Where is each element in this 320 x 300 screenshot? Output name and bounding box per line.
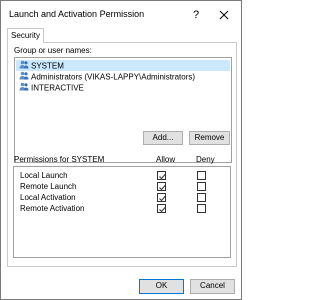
permissions-label: Permissions for SYSTEM [14,155,105,164]
deny-header: Deny [196,155,215,164]
permissions-list: Local Launch Remote Launch Local Activatio… [13,166,231,258]
permission-row: Local Launch [14,170,230,181]
allow-header: Allow [156,155,176,164]
permission-name: Local Launch [20,171,68,180]
help-button[interactable]: ? [185,4,207,26]
group-or-user-names-label: Group or user names: [14,46,92,55]
close-icon [219,10,229,20]
add-button[interactable]: Add... [143,131,183,145]
remove-button[interactable]: Remove [189,131,230,145]
permission-dialog: Launch and Activation Permission ? Secur… [0,0,242,300]
user-name-label: SYSTEM [31,61,64,71]
cancel-button[interactable]: Cancel [190,279,235,294]
deny-checkbox[interactable] [197,193,206,202]
users-group-icon [19,82,29,94]
permission-name: Remote Activation [20,204,85,213]
allow-checkbox[interactable] [157,204,166,213]
allow-checkbox[interactable] [157,171,166,180]
user-list-item[interactable]: INTERACTIVE [16,82,230,93]
permission-name: Remote Launch [20,182,77,191]
allow-checkbox[interactable] [157,193,166,202]
user-list[interactable]: SYSTEM Administrators (VIKAS-LAPPY\Admini… [14,57,232,163]
deny-checkbox[interactable] [197,182,206,191]
title-bar: Launch and Activation Permission ? [1,1,241,29]
window-title: Launch and Activation Permission [9,9,145,19]
deny-checkbox[interactable] [197,171,206,180]
permission-row: Remote Activation [14,203,230,214]
permission-name: Local Activation [20,193,76,202]
close-button[interactable] [211,4,237,26]
user-list-item[interactable]: SYSTEM [16,60,230,71]
user-name-label: Administrators (VIKAS-LAPPY\Administrato… [31,72,196,82]
permission-row: Remote Launch [14,181,230,192]
user-list-item[interactable]: Administrators (VIKAS-LAPPY\Administrato… [16,71,230,82]
ok-button[interactable]: OK [139,279,184,294]
deny-checkbox[interactable] [197,204,206,213]
tab-security[interactable]: Security [7,28,44,43]
permission-row: Local Activation [14,192,230,203]
user-name-label: INTERACTIVE [31,83,84,93]
allow-checkbox[interactable] [157,182,166,191]
